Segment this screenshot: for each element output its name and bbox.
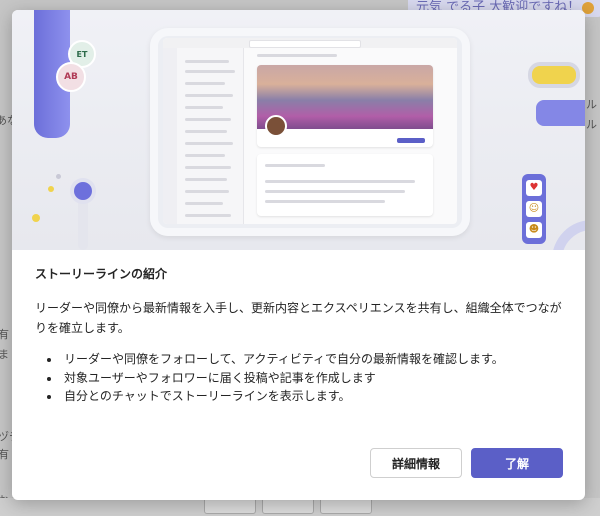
decor-dot	[48, 186, 54, 192]
preview-line	[185, 214, 231, 217]
preview-line	[185, 82, 225, 85]
decor-slider-knob	[74, 182, 92, 200]
preview-titlebar	[163, 38, 457, 48]
preview-follow-button	[397, 138, 425, 143]
preview-line	[185, 190, 229, 193]
feature-item: リーダーや同僚をフォローして、アクティビティで自分の最新情報を確認します。	[61, 350, 565, 369]
preview-line	[265, 190, 405, 193]
preview-line	[185, 142, 233, 145]
preview-line	[265, 200, 385, 203]
decor-ring	[552, 220, 585, 250]
preview-chat-list	[177, 48, 244, 224]
dialog-description: リーダーや同僚から最新情報を入手し、更新内容とエクスペリエンスを共有し、組織全体…	[35, 301, 562, 335]
decor-purple-panel	[536, 100, 585, 126]
background-fragment: 有	[0, 328, 9, 341]
preview-line	[265, 164, 325, 167]
background-fragment: 有	[0, 448, 9, 461]
avatar-ab: AB	[56, 62, 86, 92]
learn-more-button[interactable]: 詳細情報	[370, 448, 462, 478]
preview-line	[185, 106, 223, 109]
preview-line	[185, 118, 231, 121]
background-fragment: ル	[586, 118, 597, 131]
preview-line	[185, 70, 235, 73]
got-it-button[interactable]: 了解	[471, 448, 563, 478]
decor-yellow-tile	[532, 66, 576, 84]
preview-search	[249, 40, 361, 48]
dialog-title: ストーリーラインの紹介	[35, 267, 168, 281]
preview-line	[185, 94, 233, 97]
background-fragment: ル	[586, 98, 597, 111]
feature-list: リーダーや同僚をフォローして、アクティビティで自分の最新情報を確認します。 対象…	[35, 350, 565, 406]
decor-dot	[32, 214, 40, 222]
preview-second-card	[257, 154, 433, 216]
preview-line	[265, 180, 415, 183]
heart-icon: ♥	[526, 180, 542, 196]
preview-post-card	[257, 65, 433, 147]
preview-line	[185, 60, 229, 63]
preview-author-avatar	[265, 115, 287, 137]
background-compose-bar	[0, 496, 600, 516]
dialog-content: ストーリーラインの紹介 リーダーや同僚から最新情報を入手し、更新内容とエクスペリ…	[35, 265, 565, 406]
feature-item: 対象ユーザーやフォロワーに届く投稿や記事を作成します	[61, 369, 565, 388]
preview-line	[185, 178, 227, 181]
preview-line	[185, 202, 223, 205]
preview-line	[185, 154, 225, 157]
teams-preview-screen	[163, 38, 457, 224]
hero-illustration: ET AB ♥ ☺ ☻	[12, 10, 585, 250]
preview-line	[185, 130, 227, 133]
preview-app-rail	[163, 48, 177, 224]
background-fragment: ま	[0, 348, 9, 361]
smile-icon: ☺	[526, 201, 542, 217]
laugh-icon: ☻	[526, 222, 542, 238]
preview-line	[185, 166, 231, 169]
feature-item: 自分とのチャットでストーリーラインを表示します。	[61, 387, 565, 406]
decor-reaction-column: ♥ ☺ ☻	[522, 174, 546, 244]
decor-dot	[56, 174, 61, 179]
storyline-intro-dialog: ET AB ♥ ☺ ☻ ストーリーラインの紹介 リーダーや同僚から最新情報を入手…	[12, 10, 585, 500]
preview-post-header	[257, 54, 337, 57]
